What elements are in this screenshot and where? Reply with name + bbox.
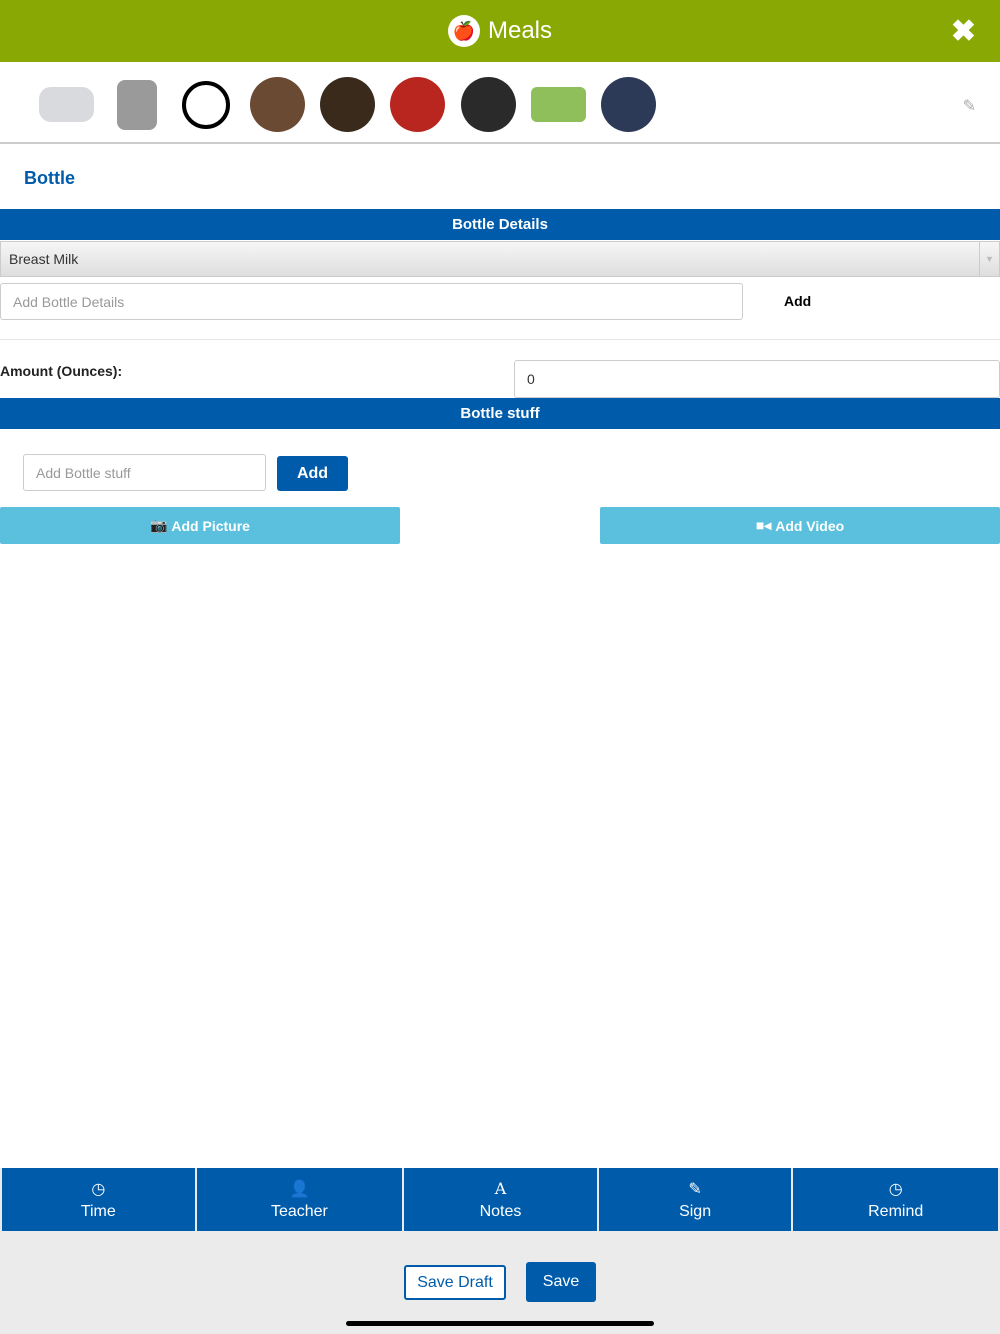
tab-label: Time	[80, 1202, 116, 1220]
bottle-type-select[interactable]: Breast Milk ▼	[0, 241, 1000, 277]
app-header: 🍎 Meals ✖	[0, 0, 1000, 62]
amount-label: Amount (Ounces):	[0, 363, 123, 379]
pencil-icon: ✎	[688, 1180, 702, 1198]
tab-time[interactable]: ◷ Time	[2, 1168, 195, 1231]
bottle-stuff-header: Bottle stuff	[0, 398, 1000, 429]
bottle-stuff-placeholder: Add Bottle stuff	[36, 464, 131, 481]
amount-input[interactable]: 0	[514, 360, 1000, 398]
tab-label: Remind	[868, 1202, 924, 1220]
tab-teacher[interactable]: 👤 Teacher	[196, 1168, 403, 1231]
home-indicator	[346, 1321, 654, 1326]
camera-icon: 📷	[150, 517, 172, 533]
avatar[interactable]	[250, 77, 305, 132]
avatar[interactable]	[601, 77, 656, 132]
save-button[interactable]: Save	[526, 1262, 596, 1302]
avatar[interactable]	[531, 87, 586, 122]
bottle-details-header: Bottle Details	[0, 209, 1000, 240]
tab-label: Notes	[479, 1202, 522, 1220]
save-draft-button[interactable]: Save Draft	[404, 1265, 506, 1300]
font-icon: A	[494, 1178, 507, 1198]
add-bottle-stuff-button[interactable]: Add	[277, 456, 348, 491]
apple-bottle-icon: 🍎	[447, 15, 480, 47]
section-title: Bottle	[24, 168, 75, 188]
add-video-button[interactable]: ■◂ Add Video	[600, 507, 1000, 544]
add-picture-label: Add Picture	[171, 517, 250, 534]
clock-icon: ◷	[888, 1180, 903, 1198]
avatar[interactable]	[390, 77, 445, 132]
bottle-type-value: Breast Milk	[9, 251, 79, 267]
avatar[interactable]	[182, 81, 230, 129]
video-camera-icon: ■◂	[755, 517, 776, 533]
add-video-label: Add Video	[775, 517, 845, 534]
tab-remind[interactable]: ◷ Remind	[793, 1168, 998, 1231]
edit-pencil-icon[interactable]: ✎	[963, 96, 976, 116]
amount-value: 0	[527, 371, 535, 387]
tab-label: Teacher	[270, 1202, 328, 1220]
child-avatar-row: ✎	[0, 62, 1000, 144]
tab-sign[interactable]: ✎ Sign	[598, 1168, 792, 1231]
tab-label: Sign	[679, 1202, 712, 1220]
avatar[interactable]	[320, 77, 375, 132]
user-icon: 👤	[289, 1180, 310, 1198]
add-picture-button[interactable]: 📷 Add Picture	[0, 507, 400, 544]
divider	[0, 339, 1000, 340]
bottle-details-placeholder: Add Bottle Details	[13, 293, 125, 310]
avatar[interactable]	[461, 77, 516, 132]
avatar[interactable]	[39, 87, 94, 122]
clock-icon: ◷	[91, 1180, 106, 1198]
page-title: Meals	[487, 17, 553, 44]
bottle-details-input[interactable]: Add Bottle Details	[0, 283, 743, 320]
bottom-tab-bar: ◷ Time 👤 Teacher A Notes ✎ Sign ◷ Remind	[0, 1168, 1000, 1231]
add-bottle-details-button[interactable]: Add	[784, 293, 811, 309]
avatar[interactable]	[117, 80, 157, 130]
footer: Save Draft Save	[0, 1231, 1000, 1334]
tab-notes[interactable]: A Notes	[404, 1168, 597, 1231]
bottle-stuff-input[interactable]: Add Bottle stuff	[23, 454, 266, 491]
close-icon[interactable]: ✖	[951, 14, 976, 49]
chevron-down-icon: ▼	[979, 242, 999, 276]
